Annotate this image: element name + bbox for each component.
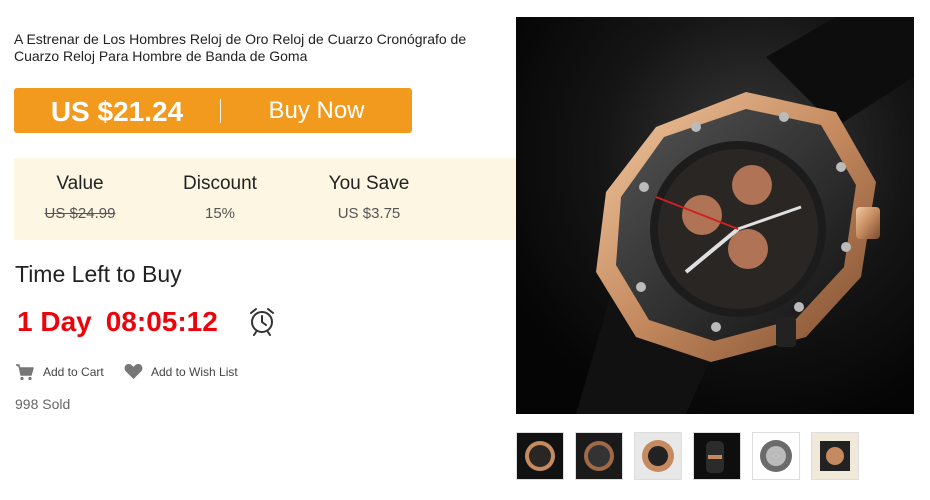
heart-icon bbox=[124, 363, 143, 380]
you-save-amount: US $3.75 bbox=[337, 205, 401, 222]
thumbnail-6[interactable] bbox=[811, 432, 859, 480]
value-label: Value bbox=[56, 173, 104, 194]
watch-photo bbox=[516, 17, 914, 414]
buy-now-bar[interactable]: US $21.24 Buy Now bbox=[14, 88, 412, 133]
add-to-wishlist-label: Add to Wish List bbox=[151, 364, 238, 379]
you-save-label: You Save bbox=[328, 173, 410, 194]
add-to-cart-link[interactable]: Add to Cart bbox=[15, 363, 104, 381]
time-left-title: Time Left to Buy bbox=[15, 261, 182, 287]
countdown: 1 Day 08:05:12 bbox=[17, 306, 218, 338]
thumbnail-image bbox=[576, 433, 622, 479]
value-column: Value US $24.99 bbox=[40, 173, 120, 222]
sold-count: 998 Sold bbox=[15, 396, 71, 412]
thumbnail-image bbox=[635, 433, 681, 479]
buy-now-button[interactable]: Buy Now bbox=[221, 97, 412, 125]
alarm-clock-icon bbox=[250, 308, 274, 336]
discount-label: Discount bbox=[183, 173, 257, 194]
countdown-time: 08:05:12 bbox=[105, 306, 218, 337]
sale-price: US $21.24 bbox=[50, 95, 184, 127]
product-main-image[interactable] bbox=[516, 17, 914, 414]
discount-percent: 15% bbox=[204, 205, 236, 222]
thumbnail-3[interactable] bbox=[634, 432, 682, 480]
thumbnail-image bbox=[694, 433, 740, 479]
thumbnail-1[interactable] bbox=[516, 432, 564, 480]
thumbnail-4[interactable] bbox=[693, 432, 741, 480]
add-to-wishlist-link[interactable]: Add to Wish List bbox=[124, 363, 238, 380]
you-save-column: You Save US $3.75 bbox=[319, 173, 419, 222]
thumbnail-image bbox=[812, 433, 858, 479]
add-to-cart-label: Add to Cart bbox=[43, 365, 104, 379]
original-price: US $24.99 bbox=[44, 205, 116, 222]
discount-panel: Value US $24.99 Discount 15% You Save US… bbox=[14, 158, 516, 240]
cart-icon bbox=[16, 364, 34, 381]
product-title: A Estrenar de Los Hombres Reloj de Oro R… bbox=[14, 31, 467, 64]
buy-bar-divider bbox=[220, 98, 221, 123]
thumbnail-image bbox=[753, 433, 799, 479]
thumbnail-5[interactable] bbox=[752, 432, 800, 480]
thumbnail-image bbox=[517, 433, 563, 479]
thumbnail-2[interactable] bbox=[575, 432, 623, 480]
discount-column: Discount 15% bbox=[170, 173, 270, 222]
countdown-days: 1 Day bbox=[17, 306, 92, 337]
